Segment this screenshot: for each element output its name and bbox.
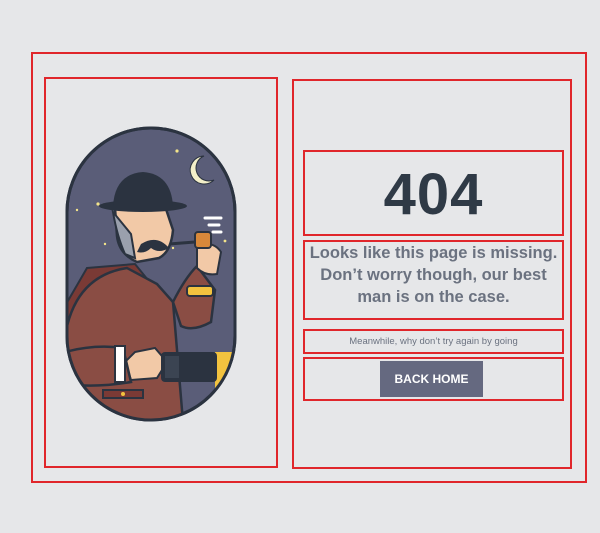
- sub-message: Meanwhile, why don’t try again by going: [349, 336, 518, 347]
- error-code: 404: [383, 162, 484, 227]
- back-home-button[interactable]: BACK HOME: [380, 361, 483, 397]
- detective-illustration: [65, 126, 237, 422]
- error-message: Looks like this page is missing. Don’t w…: [309, 244, 558, 306]
